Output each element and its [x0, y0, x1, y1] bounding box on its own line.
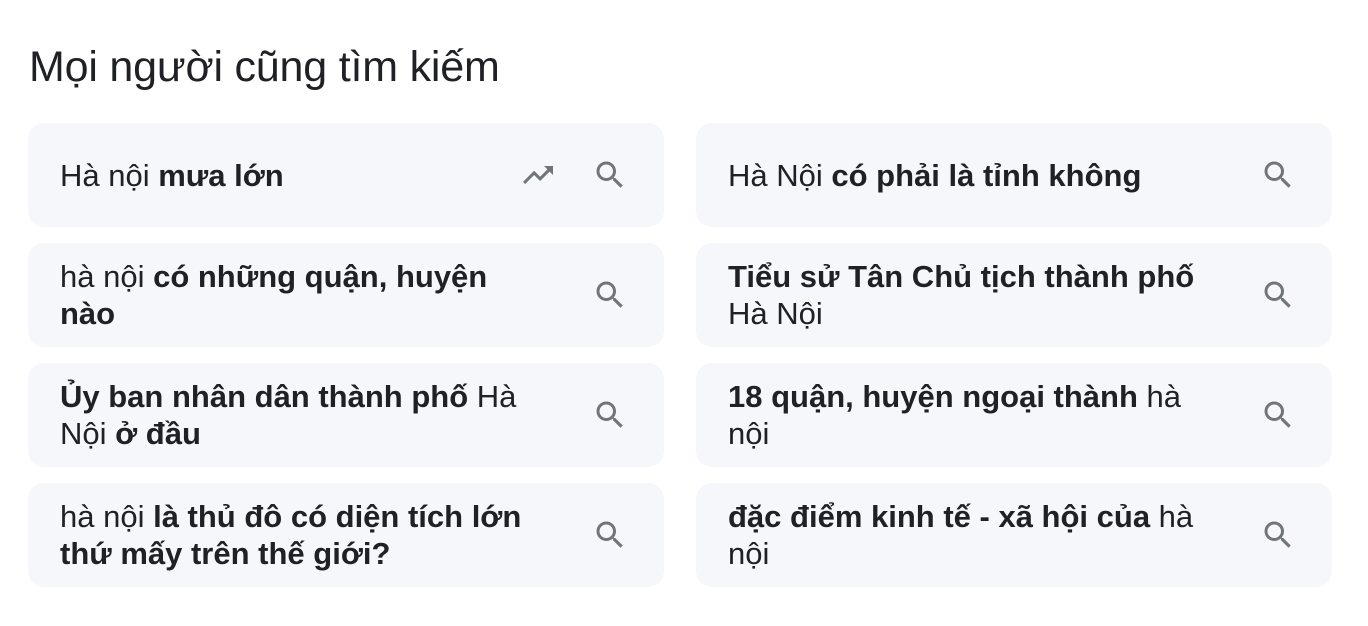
query-segment: hà nội [60, 499, 154, 534]
related-search-text: Ủy ban nhân dân thành phố Hà Nội ở đầu [60, 378, 592, 452]
related-search-chip[interactable]: Hà Nội có phải là tỉnh không [696, 123, 1332, 227]
query-segment: Hà Nội [728, 296, 823, 331]
related-search-chip[interactable]: đặc điểm kinh tế - xã hội của hà nội [696, 483, 1332, 587]
search-icon [592, 397, 628, 433]
related-search-chip[interactable]: Hà nội mưa lớn [28, 123, 664, 227]
query-segment-bold: ở đầu [115, 416, 201, 451]
section-heading: Mọi người cũng tìm kiếm [29, 43, 500, 91]
query-segment-bold: Tiểu sử Tân Chủ tịch thành phố [728, 259, 1195, 294]
search-icon [1260, 157, 1296, 193]
query-segment-bold: 18 quận, huyện ngoại thành [728, 379, 1138, 414]
related-search-chip[interactable]: Tiểu sử Tân Chủ tịch thành phố Hà Nội [696, 243, 1332, 347]
search-icon [592, 157, 628, 193]
related-search-text: đặc điểm kinh tế - xã hội của hà nội [728, 498, 1260, 572]
related-search-text: hà nội là thủ đô có diện tích lớn thứ mấ… [60, 498, 592, 572]
query-segment-bold: Ủy ban nhân dân thành phố [60, 379, 469, 414]
query-segment: Hà Nội [728, 157, 832, 193]
query-segment: hà nội [60, 259, 154, 294]
search-icon [592, 517, 628, 553]
related-searches-grid: Hà nội mưa lớn Hà Nội có phải là tỉnh kh… [28, 123, 1332, 587]
related-search-text: hà nội có những quận, huyện nào [60, 258, 592, 332]
query-segment: Hà nội [60, 157, 159, 193]
query-segment-bold: có phải là tỉnh không [831, 157, 1142, 193]
related-search-text: Hà nội mưa lớn [60, 157, 520, 194]
search-icon [592, 277, 628, 313]
related-search-chip[interactable]: 18 quận, huyện ngoại thành hà nội [696, 363, 1332, 467]
search-icon [1260, 277, 1296, 313]
search-icon [1260, 517, 1296, 553]
query-segment-bold: đặc điểm kinh tế - xã hội của [728, 499, 1151, 534]
related-search-text: Tiểu sử Tân Chủ tịch thành phố Hà Nội [728, 258, 1260, 332]
related-search-chip[interactable]: Ủy ban nhân dân thành phố Hà Nội ở đầu [28, 363, 664, 467]
related-search-chip[interactable]: hà nội có những quận, huyện nào [28, 243, 664, 347]
related-search-text: 18 quận, huyện ngoại thành hà nội [728, 378, 1260, 452]
search-icon [1260, 397, 1296, 433]
query-segment-bold: mưa lớn [158, 157, 284, 193]
trending-icon [520, 157, 556, 193]
related-search-chip[interactable]: hà nội là thủ đô có diện tích lớn thứ mấ… [28, 483, 664, 587]
related-search-text: Hà Nội có phải là tỉnh không [728, 157, 1260, 194]
